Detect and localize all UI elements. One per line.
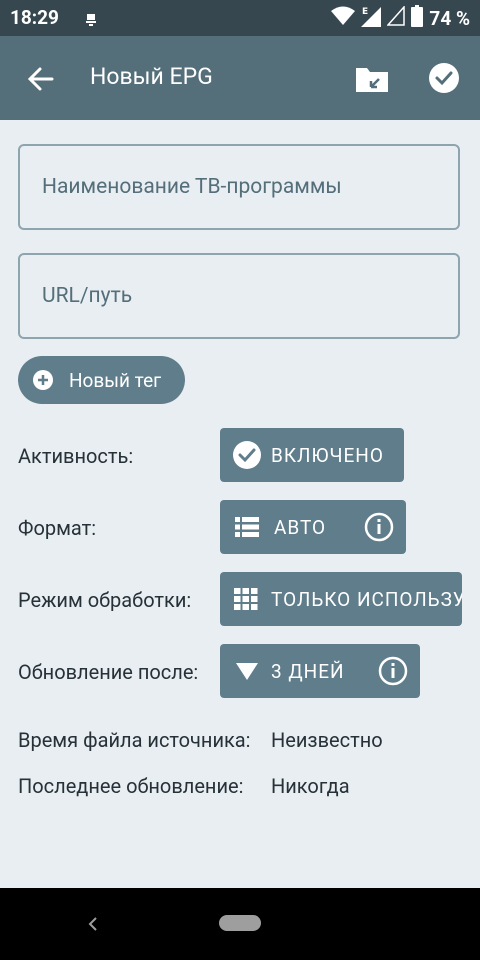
activity-label: Активность: bbox=[18, 444, 134, 468]
status-bar: 18:29 E 74 % bbox=[0, 0, 480, 36]
source-file-time-label: Время файла источника: bbox=[18, 728, 251, 752]
program-name-input[interactable] bbox=[20, 146, 458, 228]
svg-text:E: E bbox=[362, 7, 368, 17]
plus-circle-icon bbox=[32, 369, 54, 391]
check-circle-icon[interactable] bbox=[428, 62, 460, 94]
processing-mode-button[interactable]: ТОЛЬКО ИСПОЛЬЗУ bbox=[220, 572, 462, 626]
status-time: 18:29 bbox=[10, 6, 59, 29]
update-after-value: 3 ДНЕЙ bbox=[271, 659, 345, 683]
last-update-value: Никогда bbox=[271, 774, 350, 798]
signal-empty-icon bbox=[386, 5, 406, 30]
new-tag-label: Новый тег bbox=[69, 368, 162, 392]
source-file-time-value: Неизвестно bbox=[271, 728, 383, 752]
app-toolbar: Новый EPG bbox=[0, 36, 480, 120]
format-value: АВТО bbox=[274, 515, 327, 539]
folder-import-icon[interactable] bbox=[354, 64, 390, 94]
wifi-icon bbox=[331, 6, 356, 30]
url-path-field[interactable] bbox=[18, 253, 460, 339]
triangle-down-icon bbox=[236, 662, 258, 680]
info-icon[interactable] bbox=[378, 656, 408, 686]
last-update-label: Последнее обновление: bbox=[18, 774, 244, 798]
new-tag-button[interactable]: Новый тег bbox=[18, 356, 185, 404]
list-icon bbox=[235, 516, 259, 538]
activity-value: ВКЛЮЧЕНО bbox=[271, 443, 384, 467]
update-after-label: Обновление после: bbox=[18, 660, 199, 684]
signal-e-icon: E bbox=[361, 5, 382, 31]
back-arrow-icon[interactable] bbox=[26, 64, 56, 94]
activity-toggle-button[interactable]: ВКЛЮЧЕНО bbox=[220, 428, 404, 482]
grid-icon bbox=[234, 588, 258, 610]
format-label: Формат: bbox=[18, 516, 97, 540]
format-select-button[interactable]: АВТО bbox=[220, 500, 406, 554]
update-after-button[interactable]: 3 ДНЕЙ bbox=[220, 644, 420, 698]
battery-icon bbox=[411, 5, 424, 31]
url-path-input[interactable] bbox=[20, 255, 458, 337]
system-navigation-bar bbox=[0, 888, 480, 960]
program-name-field[interactable] bbox=[18, 144, 460, 230]
status-icons: E 74 % bbox=[331, 5, 470, 31]
check-circle-icon bbox=[232, 440, 262, 470]
battery-percentage: 74 % bbox=[429, 6, 470, 30]
nav-home-pill[interactable] bbox=[219, 915, 261, 931]
notification-icon bbox=[86, 11, 96, 26]
processing-mode-label: Режим обработки: bbox=[18, 588, 192, 612]
nav-back-icon[interactable] bbox=[86, 912, 100, 936]
page-title: Новый EPG bbox=[90, 63, 213, 90]
info-icon[interactable] bbox=[364, 512, 394, 542]
processing-mode-value: ТОЛЬКО ИСПОЛЬЗУ bbox=[271, 587, 462, 611]
